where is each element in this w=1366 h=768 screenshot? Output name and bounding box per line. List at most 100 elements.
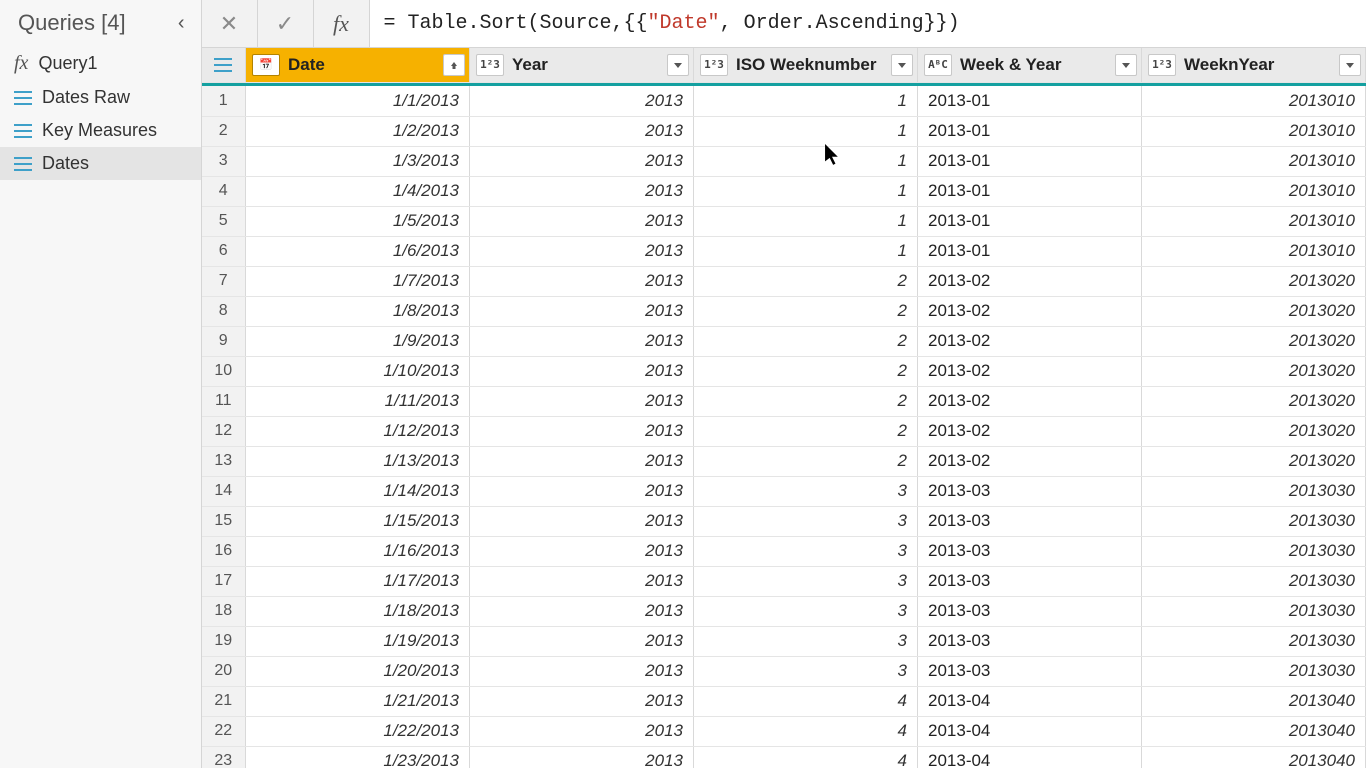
cell-date[interactable]: 1/7/2013 bbox=[246, 266, 470, 296]
cell-date[interactable]: 1/17/2013 bbox=[246, 566, 470, 596]
row-number[interactable]: 6 bbox=[202, 236, 246, 266]
cell-iso[interactable]: 2 bbox=[694, 386, 918, 416]
cell-date[interactable]: 1/5/2013 bbox=[246, 206, 470, 236]
row-number[interactable]: 12 bbox=[202, 416, 246, 446]
cell-weekyear[interactable]: 2013-01 bbox=[918, 176, 1142, 206]
cell-weeknyear[interactable]: 2013040 bbox=[1142, 686, 1366, 716]
cell-year[interactable]: 2013 bbox=[470, 656, 694, 686]
cell-weeknyear[interactable]: 2013030 bbox=[1142, 596, 1366, 626]
table-row[interactable]: 221/22/2013201342013-042013040 bbox=[202, 716, 1366, 746]
cell-weeknyear[interactable]: 2013030 bbox=[1142, 656, 1366, 686]
cell-year[interactable]: 2013 bbox=[470, 506, 694, 536]
cell-date[interactable]: 1/2/2013 bbox=[246, 116, 470, 146]
cell-weeknyear[interactable]: 2013030 bbox=[1142, 626, 1366, 656]
column-filter-button[interactable] bbox=[1339, 54, 1361, 76]
cell-weeknyear[interactable]: 2013030 bbox=[1142, 476, 1366, 506]
cell-weeknyear[interactable]: 2013030 bbox=[1142, 536, 1366, 566]
cell-weeknyear[interactable]: 2013010 bbox=[1142, 146, 1366, 176]
table-row[interactable]: 41/4/2013201312013-012013010 bbox=[202, 176, 1366, 206]
column-header[interactable]: AᴮCWeek & Year bbox=[918, 48, 1142, 82]
cell-iso[interactable]: 3 bbox=[694, 536, 918, 566]
table-row[interactable]: 101/10/2013201322013-022013020 bbox=[202, 356, 1366, 386]
row-number[interactable]: 9 bbox=[202, 326, 246, 356]
cell-iso[interactable]: 1 bbox=[694, 116, 918, 146]
cell-year[interactable]: 2013 bbox=[470, 146, 694, 176]
cell-weekyear[interactable]: 2013-01 bbox=[918, 116, 1142, 146]
column-filter-button[interactable] bbox=[1115, 54, 1137, 76]
cell-date[interactable]: 1/12/2013 bbox=[246, 416, 470, 446]
cell-year[interactable]: 2013 bbox=[470, 536, 694, 566]
cell-weeknyear[interactable]: 2013020 bbox=[1142, 386, 1366, 416]
cell-year[interactable]: 2013 bbox=[470, 596, 694, 626]
cell-year[interactable]: 2013 bbox=[470, 746, 694, 768]
cell-weekyear[interactable]: 2013-04 bbox=[918, 686, 1142, 716]
cell-year[interactable]: 2013 bbox=[470, 116, 694, 146]
row-number[interactable]: 15 bbox=[202, 506, 246, 536]
cell-iso[interactable]: 1 bbox=[694, 146, 918, 176]
cell-weekyear[interactable]: 2013-02 bbox=[918, 416, 1142, 446]
row-number[interactable]: 20 bbox=[202, 656, 246, 686]
datatype-icon[interactable]: 1²3 bbox=[476, 54, 504, 76]
table-row[interactable]: 171/17/2013201332013-032013030 bbox=[202, 566, 1366, 596]
cell-weekyear[interactable]: 2013-02 bbox=[918, 356, 1142, 386]
cell-weeknyear[interactable]: 2013010 bbox=[1142, 236, 1366, 266]
table-row[interactable]: 141/14/2013201332013-032013030 bbox=[202, 476, 1366, 506]
table-row[interactable]: 91/9/2013201322013-022013020 bbox=[202, 326, 1366, 356]
cell-weekyear[interactable]: 2013-03 bbox=[918, 596, 1142, 626]
cell-year[interactable]: 2013 bbox=[470, 446, 694, 476]
cell-weekyear[interactable]: 2013-04 bbox=[918, 716, 1142, 746]
cell-iso[interactable]: 2 bbox=[694, 266, 918, 296]
cell-weekyear[interactable]: 2013-01 bbox=[918, 86, 1142, 116]
table-row[interactable]: 231/23/2013201342013-042013040 bbox=[202, 746, 1366, 768]
cell-date[interactable]: 1/4/2013 bbox=[246, 176, 470, 206]
cell-date[interactable]: 1/13/2013 bbox=[246, 446, 470, 476]
row-number[interactable]: 8 bbox=[202, 296, 246, 326]
cell-weeknyear[interactable]: 2013020 bbox=[1142, 296, 1366, 326]
row-number[interactable]: 11 bbox=[202, 386, 246, 416]
column-header[interactable]: 1²3ISO Weeknumber bbox=[694, 48, 918, 82]
cell-weekyear[interactable]: 2013-03 bbox=[918, 656, 1142, 686]
row-number[interactable]: 2 bbox=[202, 116, 246, 146]
table-row[interactable]: 121/12/2013201322013-022013020 bbox=[202, 416, 1366, 446]
cell-year[interactable]: 2013 bbox=[470, 626, 694, 656]
row-number[interactable]: 22 bbox=[202, 716, 246, 746]
datatype-icon[interactable]: 1²3 bbox=[700, 54, 728, 76]
cell-iso[interactable]: 3 bbox=[694, 656, 918, 686]
collapse-panel-icon[interactable]: ‹ bbox=[174, 12, 189, 35]
cell-date[interactable]: 1/3/2013 bbox=[246, 146, 470, 176]
cell-iso[interactable]: 3 bbox=[694, 476, 918, 506]
datatype-icon[interactable]: 1²3 bbox=[1148, 54, 1176, 76]
cell-weekyear[interactable]: 2013-03 bbox=[918, 506, 1142, 536]
row-number[interactable]: 18 bbox=[202, 596, 246, 626]
cell-year[interactable]: 2013 bbox=[470, 686, 694, 716]
cancel-formula-button[interactable]: ✕ bbox=[202, 0, 258, 47]
query-item[interactable]: Key Measures bbox=[0, 114, 201, 147]
row-number[interactable]: 16 bbox=[202, 536, 246, 566]
cell-weeknyear[interactable]: 2013020 bbox=[1142, 266, 1366, 296]
cell-iso[interactable]: 1 bbox=[694, 86, 918, 116]
cell-weeknyear[interactable]: 2013030 bbox=[1142, 566, 1366, 596]
cell-weeknyear[interactable]: 2013030 bbox=[1142, 506, 1366, 536]
cell-year[interactable]: 2013 bbox=[470, 206, 694, 236]
row-number[interactable]: 1 bbox=[202, 86, 246, 116]
query-fx-item[interactable]: fx Query1 bbox=[0, 46, 201, 81]
formula-input[interactable]: = Table.Sort(Source,{{"Date", Order.Asce… bbox=[370, 0, 1366, 47]
cell-date[interactable]: 1/21/2013 bbox=[246, 686, 470, 716]
cell-iso[interactable]: 3 bbox=[694, 566, 918, 596]
table-row[interactable]: 31/3/2013201312013-012013010 bbox=[202, 146, 1366, 176]
cell-date[interactable]: 1/6/2013 bbox=[246, 236, 470, 266]
cell-date[interactable]: 1/20/2013 bbox=[246, 656, 470, 686]
cell-iso[interactable]: 1 bbox=[694, 236, 918, 266]
cell-iso[interactable]: 4 bbox=[694, 716, 918, 746]
cell-weekyear[interactable]: 2013-02 bbox=[918, 266, 1142, 296]
cell-iso[interactable]: 2 bbox=[694, 416, 918, 446]
cell-date[interactable]: 1/19/2013 bbox=[246, 626, 470, 656]
table-row[interactable]: 211/21/2013201342013-042013040 bbox=[202, 686, 1366, 716]
column-header[interactable]: 📅Date bbox=[246, 48, 470, 82]
cell-weekyear[interactable]: 2013-03 bbox=[918, 536, 1142, 566]
table-row[interactable]: 201/20/2013201332013-032013030 bbox=[202, 656, 1366, 686]
fx-button[interactable]: fx bbox=[314, 0, 370, 47]
cell-year[interactable]: 2013 bbox=[470, 416, 694, 446]
table-row[interactable]: 11/1/2013201312013-012013010 bbox=[202, 86, 1366, 116]
column-header[interactable]: 1²3Year bbox=[470, 48, 694, 82]
